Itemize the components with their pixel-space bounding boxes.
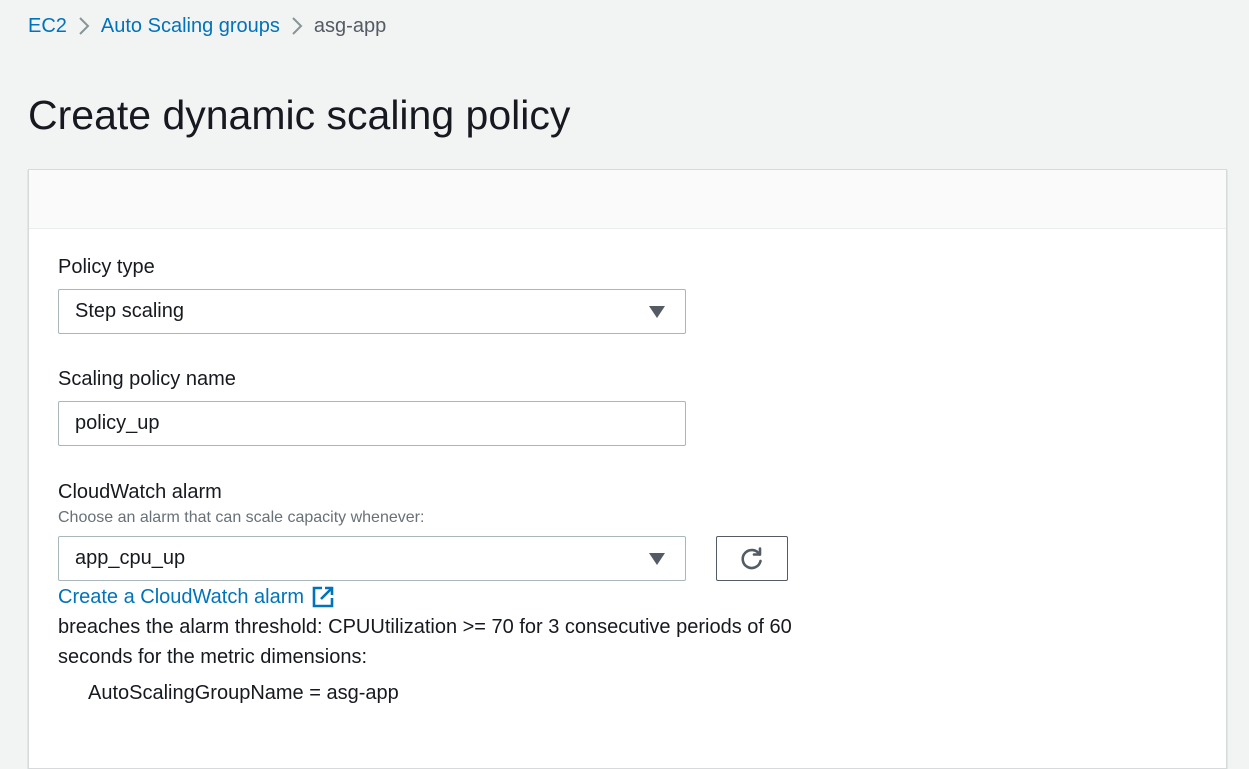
page-title: Create dynamic scaling policy [28,92,571,138]
policy-type-value: Step scaling [75,300,184,322]
policy-name-label: Scaling policy name [58,368,236,390]
policy-type-select[interactable]: Step scaling [58,289,686,334]
breadcrumb-auto-scaling-groups[interactable]: Auto Scaling groups [101,15,280,38]
create-cloudwatch-alarm-link[interactable]: Create a CloudWatch alarm [58,584,334,610]
refresh-alarms-button[interactable] [716,536,788,581]
breadcrumb-current: asg-app [313,14,387,37]
alarm-condition-text: breaches the alarm threshold: CPUUtiliza… [58,616,792,668]
cloudwatch-alarm-select[interactable]: app_cpu_up [58,536,686,581]
alarm-dimension-text: AutoScalingGroupName = asg-app [88,682,399,704]
chevron-right-icon [280,12,314,40]
policy-form-panel: Policy type Step scaling Scaling policy … [28,169,1227,769]
policy-type-label: Policy type [58,256,155,278]
breadcrumb: EC2 Auto Scaling groups asg-app [28,12,386,40]
breadcrumb-ec2[interactable]: EC2 [28,15,67,38]
policy-name-input[interactable]: policy_up [58,401,686,446]
caret-down-icon [649,553,665,565]
caret-down-icon [649,306,665,318]
cloudwatch-alarm-description: Choose an alarm that can scale capacity … [58,509,425,526]
refresh-icon [741,546,762,569]
policy-name-value: policy_up [75,412,160,434]
cloudwatch-alarm-value: app_cpu_up [75,547,186,569]
cloudwatch-alarm-label: CloudWatch alarm [58,481,222,503]
create-cloudwatch-alarm-label: Create a CloudWatch alarm [58,586,305,608]
external-link-icon [312,586,334,608]
panel-header [29,170,1226,229]
chevron-right-icon [67,12,101,40]
